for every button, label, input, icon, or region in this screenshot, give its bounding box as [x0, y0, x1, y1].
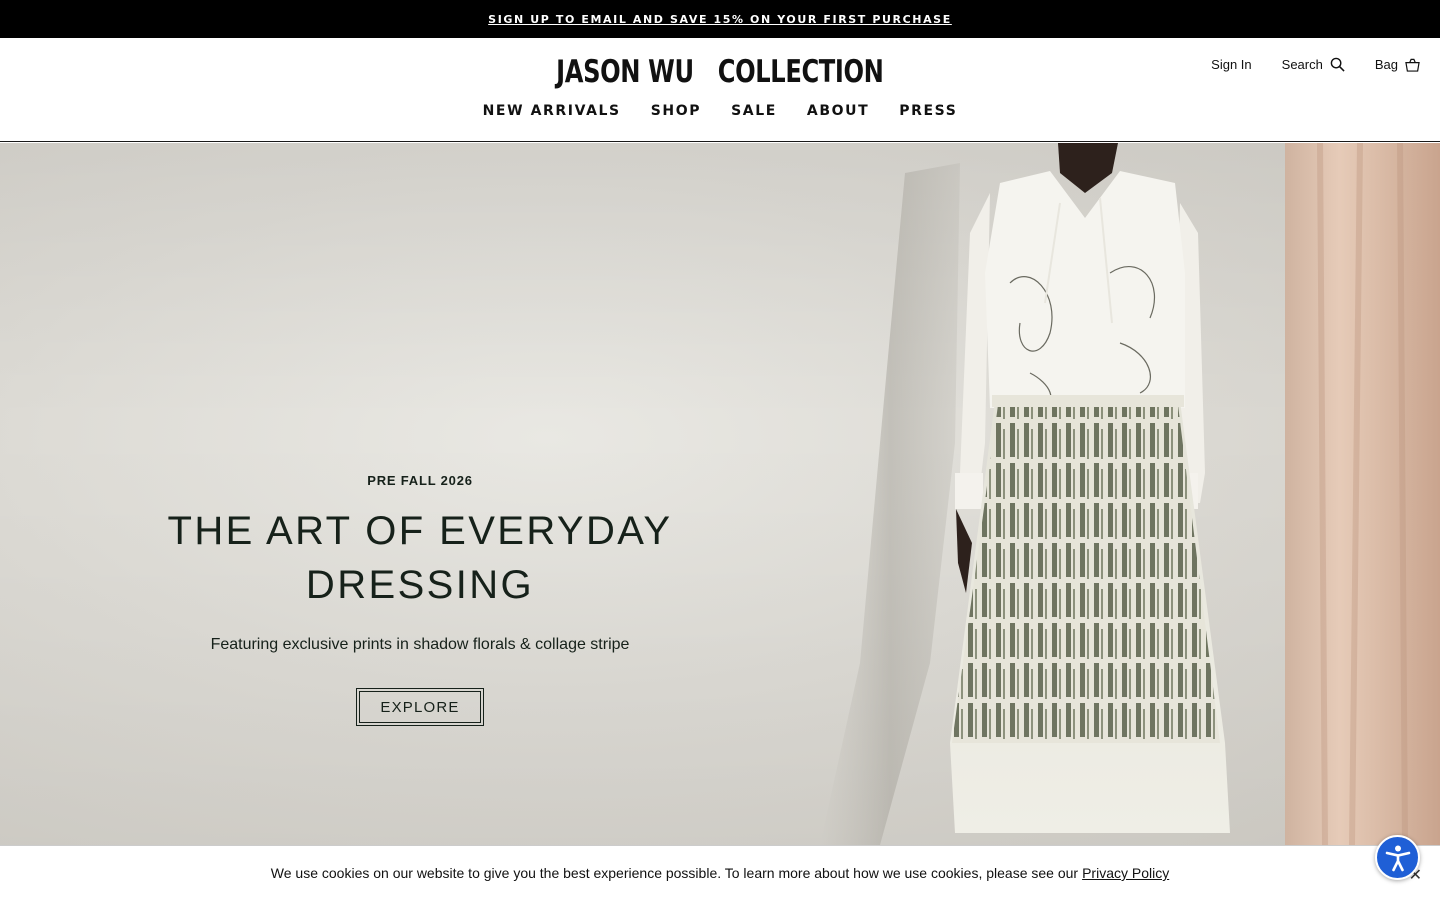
promo-bar: SIGN UP TO EMAIL AND SAVE 15% ON YOUR FI… [0, 0, 1440, 38]
brand-logo-text: JASON WU COLLECTION [556, 54, 884, 90]
cookie-text: We use cookies on our website to give yo… [270, 865, 1079, 881]
bag-button[interactable]: Bag [1375, 57, 1420, 72]
hero-text-block: PRE FALL 2026 THE ART OF EVERYDAY DRESSI… [120, 473, 720, 726]
main-nav: NEW ARRIVALS SHOP SALE ABOUT PRESS [0, 103, 1440, 119]
cookie-banner: We use cookies on our website to give yo… [0, 845, 1440, 900]
header-utilities: Sign In Search Bag [1181, 57, 1420, 72]
hero-headline-line1: THE ART OF EVERYDAY [167, 509, 673, 553]
privacy-policy-link[interactable]: Privacy Policy [1082, 865, 1169, 881]
nav-item-sale[interactable]: SALE [731, 103, 777, 119]
hero-eyebrow: PRE FALL 2026 [367, 473, 473, 488]
explore-button[interactable]: EXPLORE [356, 688, 484, 726]
search-label: Search [1281, 57, 1323, 72]
bag-label: Bag [1374, 57, 1398, 72]
hero-subhead: Featuring exclusive prints in shadow flo… [210, 636, 630, 653]
explore-button-label: EXPLORE [359, 691, 481, 723]
search-icon [1330, 57, 1345, 72]
bag-icon [1405, 58, 1420, 72]
sign-in-label: Sign In [1211, 57, 1252, 72]
nav-item-press[interactable]: PRESS [899, 103, 957, 119]
accessibility-icon [1385, 845, 1410, 871]
nav-item-about[interactable]: ABOUT [807, 103, 869, 119]
hero-headline: THE ART OF EVERYDAY DRESSING [120, 504, 720, 612]
search-button[interactable]: Search [1282, 57, 1345, 72]
accessibility-button[interactable] [1375, 835, 1420, 880]
sign-in-link[interactable]: Sign In [1211, 57, 1251, 72]
nav-item-shop[interactable]: SHOP [651, 103, 701, 119]
promo-signup-link[interactable]: SIGN UP TO EMAIL AND SAVE 15% ON YOUR FI… [488, 13, 952, 26]
hero-banner: PRE FALL 2026 THE ART OF EVERYDAY DRESSI… [0, 143, 1440, 845]
nav-item-new-arrivals[interactable]: NEW ARRIVALS [483, 103, 621, 119]
hero-headline-line2: DRESSING [305, 563, 535, 607]
site-header: JASON WU COLLECTION Sign In Search Bag N… [0, 38, 1440, 142]
